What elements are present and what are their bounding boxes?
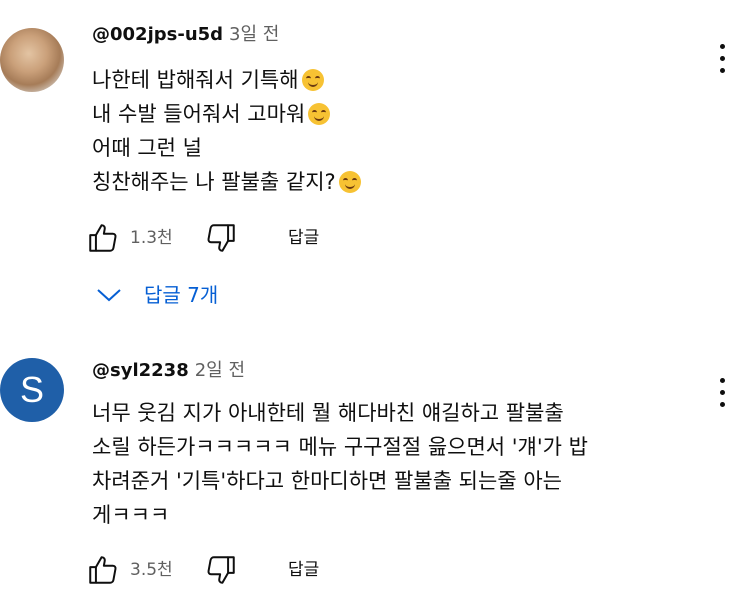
comment-line: 나한테 밥해줘서 기특해 bbox=[92, 63, 361, 97]
comment-line: 너무 웃김 지가 아내한테 뭘 해다바친 얘길하고 팔불출 bbox=[92, 401, 564, 425]
like-button[interactable] bbox=[86, 218, 120, 258]
thumb-down-icon bbox=[207, 556, 235, 584]
author-name[interactable]: @002jps-u5d bbox=[92, 24, 223, 45]
comment-line: 소릴 하든가ㅋㅋㅋㅋㅋ 메뉴 구구절절 읊으면서 '걔'가 밥 bbox=[92, 435, 588, 459]
more-vert-icon[interactable] bbox=[712, 376, 732, 410]
thumb-up-icon bbox=[89, 224, 117, 252]
smile-emoji-icon bbox=[308, 103, 331, 125]
thumb-up-icon bbox=[89, 556, 117, 584]
dislike-button[interactable] bbox=[204, 550, 238, 590]
comment-header: @002jps-u5d 3일 전 bbox=[92, 22, 279, 48]
comment-text: 너무 웃김 지가 아내한테 뭘 해다바친 얘길하고 팔불출 소릴 하든가ㅋㅋㅋㅋ… bbox=[92, 396, 588, 532]
smile-emoji-icon bbox=[301, 69, 324, 91]
timestamp[interactable]: 2일 전 bbox=[195, 360, 245, 381]
comment-line: 어때 그런 널 bbox=[92, 136, 202, 160]
dislike-button[interactable] bbox=[204, 218, 238, 258]
like-count: 1.3천 bbox=[130, 228, 173, 248]
avatar-cat[interactable] bbox=[0, 28, 64, 92]
smile-emoji-icon bbox=[338, 171, 361, 193]
reply-button[interactable]: 답글 bbox=[288, 218, 319, 258]
author-name[interactable]: @syl2238 bbox=[92, 360, 189, 381]
comment-line: 게ㅋㅋㅋ bbox=[92, 503, 170, 527]
more-vert-icon[interactable] bbox=[712, 42, 732, 76]
like-count: 3.5천 bbox=[130, 560, 173, 580]
comment-header: @syl2238 2일 전 bbox=[92, 358, 245, 384]
comment-line: 차려준거 '기특'하다고 한마디하면 팔불출 되는줄 아는 bbox=[92, 469, 562, 493]
comment-text: 나한테 밥해줘서 기특해 내 수발 들어줘서 고마워 어때 그런 널 칭찬해주는… bbox=[92, 63, 361, 199]
chevron-down-icon bbox=[97, 289, 121, 302]
thumb-down-icon bbox=[207, 224, 235, 252]
view-replies-button[interactable]: 답글 7개 bbox=[96, 277, 218, 313]
like-button[interactable] bbox=[86, 550, 120, 590]
comment-line: 칭찬해주는 나 팔불출 같지? bbox=[92, 165, 361, 199]
reply-button[interactable]: 답글 bbox=[288, 550, 319, 590]
comment-line: 내 수발 들어줘서 고마워 bbox=[92, 97, 361, 131]
avatar[interactable]: S bbox=[0, 358, 64, 422]
replies-count: 답글 7개 bbox=[144, 283, 219, 307]
timestamp[interactable]: 3일 전 bbox=[229, 24, 279, 45]
